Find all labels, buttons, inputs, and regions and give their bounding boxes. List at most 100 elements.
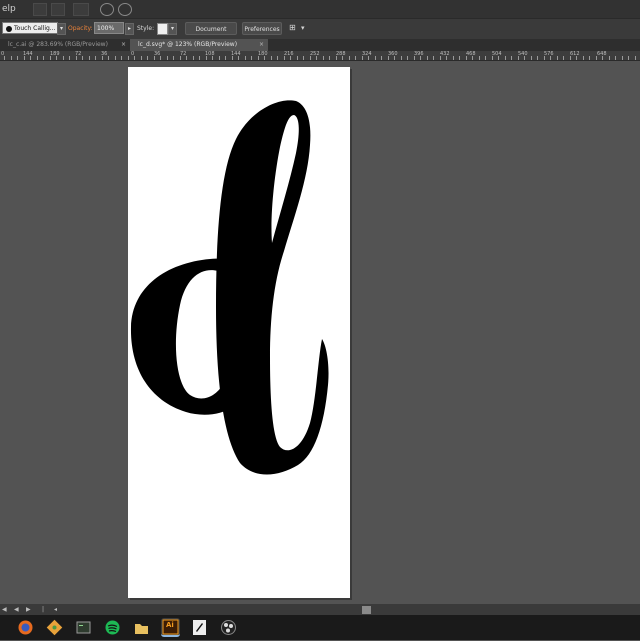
ruler-label: 360 [388,51,398,57]
bridge-icon[interactable] [33,3,47,16]
brush-dropdown-button[interactable]: ▾ [57,23,66,35]
control-bar: Touch Callig... ▾ Opacity: 100% ▸ Style:… [0,18,640,46]
ruler-tick [167,56,168,60]
scroll-right-page-icon[interactable]: ▶ [26,606,31,613]
ruler-tick [459,56,460,60]
ruler-tick [342,56,343,60]
sync-icon[interactable] [118,3,132,16]
git-icon[interactable] [45,618,64,637]
ruler-label: 396 [414,51,424,57]
ruler-tick [69,56,70,60]
ruler-tick [310,56,311,60]
ruler-tick [160,56,161,60]
ruler-tick [4,56,5,60]
ruler-tick [355,56,356,60]
ruler-tick [596,56,597,60]
ruler-tick [193,56,194,60]
ruler-tick [427,56,428,60]
style-dropdown-button[interactable]: ▾ [168,23,177,35]
ruler-tick [232,56,233,60]
terminal-icon[interactable] [74,618,93,637]
scroll-thumb[interactable] [362,606,371,614]
ruler-tick [420,56,421,60]
ruler-label: 216 [284,51,294,57]
illustrator-icon[interactable]: Ai [161,618,180,637]
tab-lc-c[interactable]: lc_c.ai @ 283.69% (RGB/Preview) × [0,39,130,51]
ruler-tick [446,56,447,60]
close-icon[interactable]: × [121,39,126,51]
ruler-tick [570,56,571,60]
menu-help[interactable]: elp [2,4,16,14]
ruler-tick [258,56,259,60]
ruler-tick [544,56,545,60]
ruler-tick [329,56,330,60]
brush-selector[interactable]: Touch Callig... [2,22,58,34]
artboard[interactable] [128,67,350,598]
ruler-tick [284,56,285,60]
ruler-tick [537,56,538,60]
file-manager-icon[interactable] [132,618,151,637]
stock-icon[interactable] [51,3,65,16]
horizontal-ruler[interactable]: 0 144 189 72 36 0 36 72 108 144 180 216 … [0,51,640,61]
calligraphy-letter-d[interactable] [128,67,350,598]
ruler-tick [453,56,454,60]
inkscape-icon[interactable] [190,618,209,637]
ruler-tick [277,56,278,60]
document-setup-button[interactable]: Document Setup [185,22,237,46]
ruler-label: 288 [336,51,346,57]
ruler-tick [11,56,12,60]
ruler-tick [147,56,148,60]
ruler-tick [433,56,434,60]
horizontal-scrollbar[interactable]: ◀ ◀ ▶ | ◂ [0,604,640,615]
close-icon[interactable]: × [259,39,264,51]
preferences-button[interactable]: Preferences [242,22,282,35]
scroll-prev-icon[interactable]: ◂ [54,606,57,613]
ruler-label: 180 [258,51,268,57]
tab-label: lc_c.ai @ 283.69% (RGB/Preview) [8,41,108,48]
ruler-tick [466,56,467,60]
ruler-tick [264,56,265,60]
ruler-label: 189 [50,51,60,57]
ruler-tick [141,56,142,60]
ruler-tick [576,56,577,60]
scroll-left-icon[interactable]: ◀ [2,606,7,613]
ruler-tick [388,56,389,60]
ruler-tick [394,56,395,60]
arrange-documents-icon[interactable] [73,3,89,16]
ruler-tick [492,56,493,60]
ruler-tick [115,56,116,60]
ruler-tick [56,56,57,60]
obs-icon[interactable] [219,618,238,637]
ruler-tick [557,56,558,60]
ruler-tick [498,56,499,60]
scroll-left-page-icon[interactable]: ◀ [14,606,19,613]
ruler-tick [401,56,402,60]
ruler-tick [17,56,18,60]
ruler-tick [375,56,376,60]
arrange-icon[interactable]: ⊞ [289,23,296,32]
menu-bar: elp [0,0,640,18]
ruler-label: 252 [310,51,320,57]
obs-glyph [221,620,236,635]
terminal-glyph [76,621,91,634]
ruler-tick [206,56,207,60]
spotify-glyph [105,620,120,635]
opacity-label[interactable]: Opacity: [68,25,93,32]
ruler-tick [89,56,90,60]
gpu-performance-icon[interactable] [100,3,114,16]
ruler-tick [440,56,441,60]
ruler-tick [485,56,486,60]
style-swatch[interactable] [157,23,168,35]
opacity-dropdown-button[interactable]: ▸ [125,23,134,35]
ruler-tick [271,56,272,60]
panel-menu-icon[interactable]: ▾ [301,24,305,32]
ruler-tick [349,56,350,60]
ruler-tick [37,56,38,60]
tab-lc-d[interactable]: lc_d.svg* @ 123% (RGB/Preview) × [130,39,268,51]
spotify-icon[interactable] [103,618,122,637]
opacity-input[interactable]: 100% [94,22,124,34]
ruler-tick [225,56,226,60]
ruler-tick [297,56,298,60]
firefox-icon[interactable] [16,618,35,637]
scroll-separator: | [42,606,45,613]
